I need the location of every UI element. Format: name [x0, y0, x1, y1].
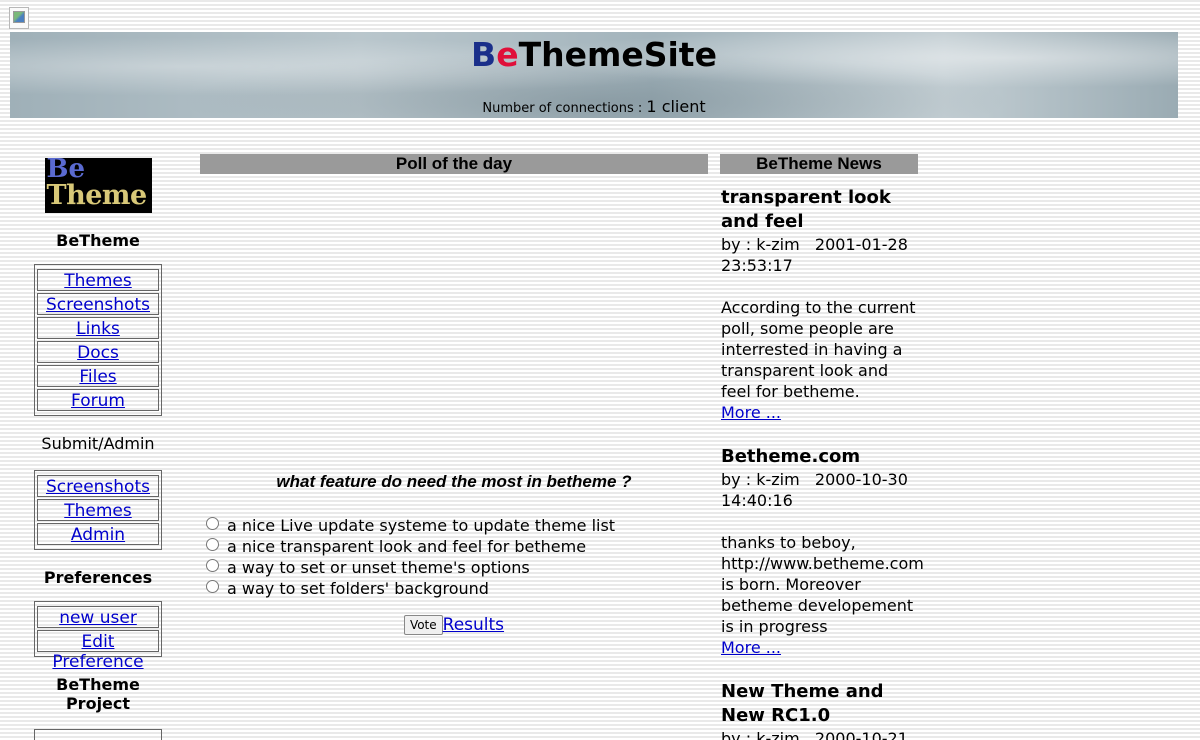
betheme-logo: Be Theme [44, 158, 152, 213]
news-byline: by : k-zim 2000-10-21 [721, 729, 908, 740]
radio-button[interactable] [206, 538, 219, 551]
news-more-link[interactable]: More ... [721, 403, 781, 422]
nav-submit-admin: Screenshots Themes Admin [34, 470, 162, 550]
nav-link-admin[interactable]: Admin [37, 523, 159, 545]
left-sidebar: Be Theme BeTheme Themes Screenshots Link… [30, 150, 166, 740]
broken-image-icon [9, 7, 29, 29]
radio-button[interactable] [206, 559, 219, 572]
news-more-link[interactable]: More ... [721, 638, 781, 657]
news-byline: by : k-zim 2001-01-28 23:53:17 [721, 235, 913, 275]
news-byline: by : k-zim 2000-10-30 14:40:16 [721, 470, 913, 510]
poll-question: what feature do need the most in betheme… [276, 472, 632, 491]
nav-preferences: new user Edit Preference [34, 601, 162, 672]
nav-link-forum[interactable]: Forum [37, 389, 159, 411]
news-title: transparent look and feel [721, 187, 891, 232]
nav-link-submit-screenshots[interactable]: Screenshots [37, 475, 159, 497]
sidebar-heading-preferences: Preferences [43, 568, 153, 587]
connections-counter: Number of connections : 1 client [482, 97, 706, 116]
news-item: transparent look and feel by : k-zim 200… [721, 186, 921, 423]
sidebar-heading-submit-admin: Submit/Admin [41, 434, 155, 453]
radio-button[interactable] [206, 580, 219, 593]
nav-betheme: Themes Screenshots Links Docs Files Foru… [34, 264, 162, 416]
nav-link-new-user[interactable]: new user [37, 606, 159, 628]
nav-link-edit-preference[interactable]: Edit Preference [37, 630, 159, 672]
vote-button[interactable]: Vote [403, 615, 443, 635]
vote-row: Vote Results [200, 615, 708, 635]
nav-link-screenshots[interactable]: Screenshots [37, 293, 159, 315]
news-item: Betheme.com by : k-zim 2000-10-30 14:40:… [721, 445, 924, 658]
poll-options: a nice Live update systeme to update the… [206, 515, 615, 599]
nav-betheme-project [34, 729, 162, 740]
poll-option[interactable]: a nice transparent look and feel for bet… [206, 536, 615, 557]
news-title: Betheme.com [721, 446, 861, 467]
poll-option[interactable]: a way to set or unset theme's options [206, 557, 615, 578]
nav-link-links[interactable]: Links [37, 317, 159, 339]
site-title: BeThemeSite [471, 35, 717, 74]
sidebar-heading-betheme: BeTheme [56, 231, 140, 250]
news-list: transparent look and feel by : k-zim 200… [721, 186, 924, 740]
news-body: thanks to beboy, http://www.betheme.com … [721, 533, 924, 636]
poll-option[interactable]: a nice Live update systeme to update the… [206, 515, 615, 536]
results-link[interactable]: Results [443, 615, 504, 635]
nav-link-files[interactable]: Files [37, 365, 159, 387]
poll-header: Poll of the day [200, 154, 708, 174]
news-title: New Theme and New RC1.0 [721, 681, 884, 726]
nav-link-docs[interactable]: Docs [37, 341, 159, 363]
radio-button[interactable] [206, 517, 219, 530]
news-body: According to the current poll, some peop… [721, 298, 916, 401]
sidebar-heading-betheme-project: BeTheme Project [56, 675, 140, 713]
news-header: BeTheme News [720, 154, 918, 174]
nav-link-submit-themes[interactable]: Themes [37, 499, 159, 521]
news-item: New Theme and New RC1.0 by : k-zim 2000-… [721, 680, 921, 740]
poll-option[interactable]: a way to set folders' background [206, 578, 615, 599]
header-banner: BeThemeSite Number of connections : 1 cl… [10, 32, 1178, 118]
nav-link-themes[interactable]: Themes [37, 269, 159, 291]
